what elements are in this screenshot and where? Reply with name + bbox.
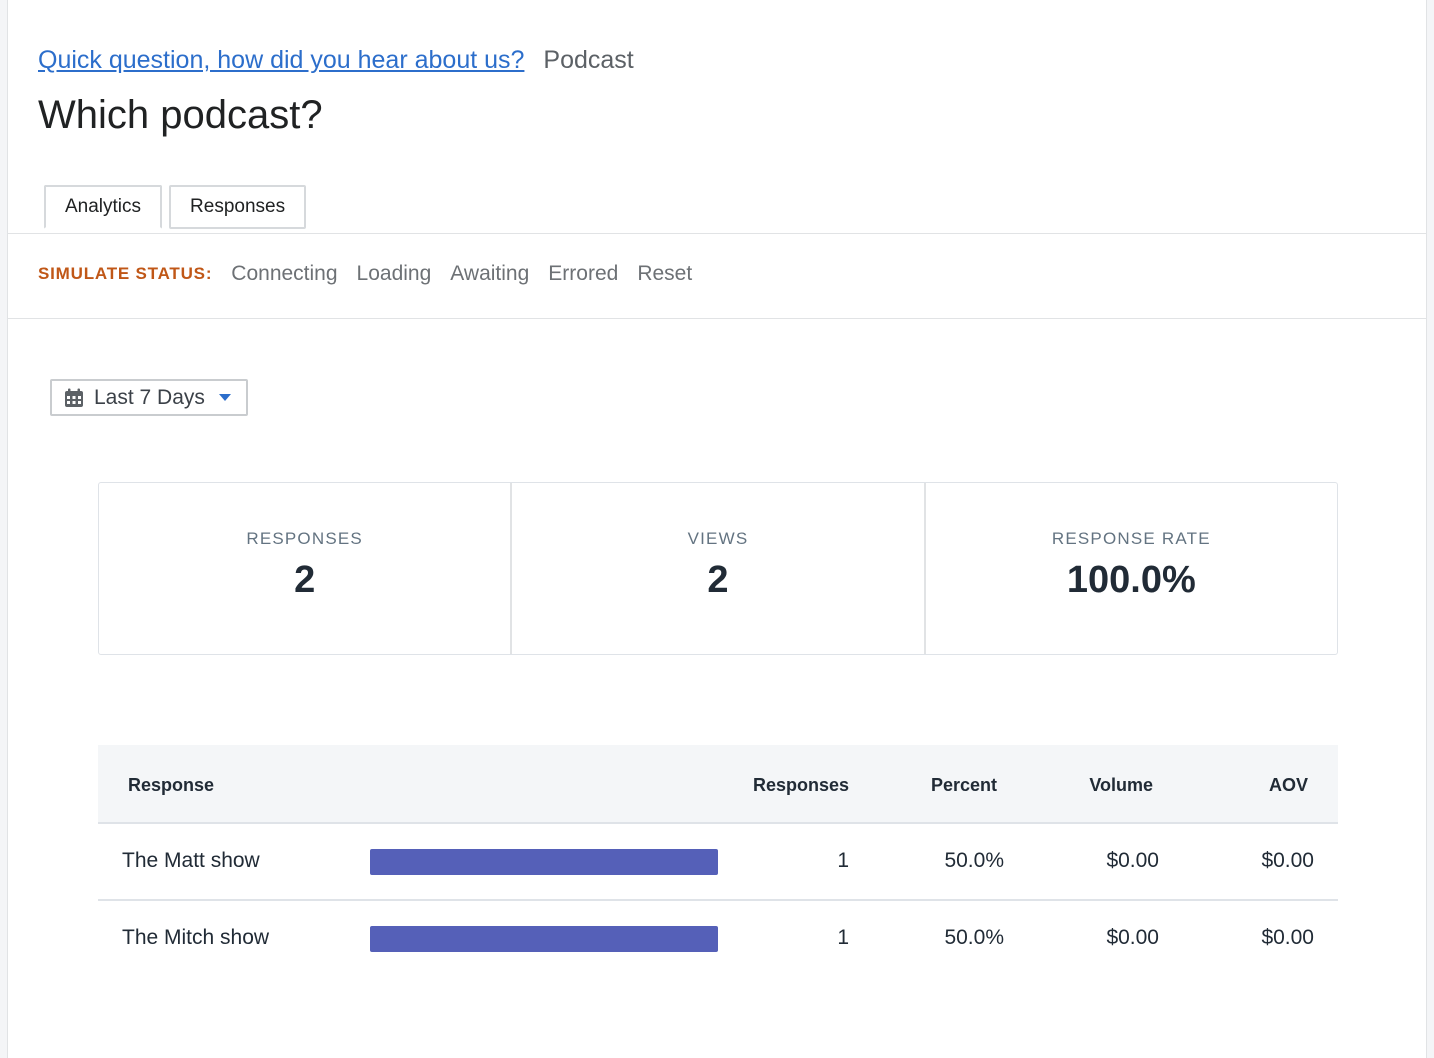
response-name: The Mitch show bbox=[122, 926, 270, 949]
simulate-status-label: SIMULATE STATUS: bbox=[38, 264, 213, 283]
stat-value: 100.0% bbox=[1066, 559, 1196, 601]
table-row: The Matt show 1 50.0% $0.00 $0.00 bbox=[98, 824, 1338, 901]
calendar-icon bbox=[65, 388, 83, 407]
table-row: The Mitch show 1 50.0% $0.00 $0.00 bbox=[98, 901, 1338, 978]
header-aov: AOV bbox=[1268, 775, 1308, 795]
response-count: 1 bbox=[837, 926, 849, 949]
stat-value: 2 bbox=[294, 559, 316, 601]
response-volume: $0.00 bbox=[1106, 926, 1159, 949]
tab-bar: Analytics Responses bbox=[44, 185, 313, 229]
stat-views: VIEWS 2 bbox=[512, 483, 926, 654]
response-aov: $0.00 bbox=[1261, 849, 1314, 872]
chevron-down-icon bbox=[218, 394, 231, 401]
simulate-errored-link[interactable]: Errored bbox=[548, 262, 618, 286]
stat-value: 2 bbox=[707, 559, 729, 601]
tabs-divider bbox=[8, 233, 1426, 234]
stat-responses: RESPONSES 2 bbox=[99, 483, 513, 654]
simulate-connecting-link[interactable]: Connecting bbox=[231, 262, 337, 286]
response-aov: $0.00 bbox=[1261, 926, 1314, 949]
breadcrumb-link[interactable]: Quick question, how did you hear about u… bbox=[38, 46, 524, 74]
page-title: Which podcast? bbox=[38, 93, 323, 137]
date-range-select[interactable]: Last 7 Days bbox=[50, 379, 248, 416]
response-volume: $0.00 bbox=[1106, 849, 1159, 872]
stat-label: RESPONSE RATE bbox=[1051, 529, 1211, 548]
simulate-divider bbox=[8, 318, 1426, 319]
simulate-awaiting-link[interactable]: Awaiting bbox=[450, 262, 529, 286]
simulate-reset-link[interactable]: Reset bbox=[637, 262, 692, 286]
responses-table: Response Responses Percent Volume AOV Th… bbox=[98, 745, 1338, 978]
breadcrumb-current: Podcast bbox=[543, 46, 634, 74]
stats-cards: RESPONSES 2 VIEWS 2 RESPONSE RATE 100.0% bbox=[98, 482, 1338, 655]
stat-response-rate: RESPONSE RATE 100.0% bbox=[926, 483, 1337, 654]
response-bar bbox=[370, 849, 718, 875]
table-header: Response Responses Percent Volume AOV bbox=[98, 745, 1338, 824]
response-count: 1 bbox=[837, 849, 849, 872]
header-responses: Responses bbox=[752, 775, 849, 795]
response-bar-fill bbox=[370, 926, 718, 952]
response-percent: 50.0% bbox=[944, 926, 1004, 949]
simulate-status-bar: SIMULATE STATUS: Connecting Loading Awai… bbox=[38, 262, 711, 286]
stat-label: VIEWS bbox=[687, 529, 749, 548]
header-volume: Volume bbox=[1089, 775, 1153, 795]
date-range-label: Last 7 Days bbox=[94, 385, 205, 409]
main-panel: Quick question, how did you hear about u… bbox=[7, 0, 1427, 1058]
simulate-loading-link[interactable]: Loading bbox=[357, 262, 432, 286]
header-response: Response bbox=[128, 775, 215, 795]
breadcrumb: Quick question, how did you hear about u… bbox=[38, 44, 634, 76]
stat-label: RESPONSES bbox=[246, 529, 363, 548]
tab-analytics[interactable]: Analytics bbox=[44, 185, 163, 229]
response-bar bbox=[370, 926, 718, 952]
response-bar-fill bbox=[370, 849, 718, 875]
header-percent: Percent bbox=[930, 775, 997, 795]
response-percent: 50.0% bbox=[944, 849, 1004, 872]
response-name: The Matt show bbox=[122, 849, 260, 872]
tab-responses[interactable]: Responses bbox=[169, 185, 307, 229]
